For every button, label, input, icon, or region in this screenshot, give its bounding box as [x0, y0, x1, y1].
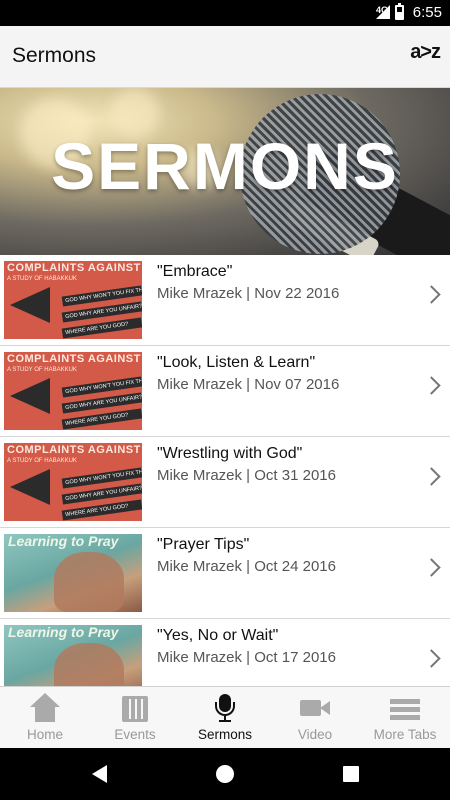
art-subtitle: A STUDY OF HABAKKUK [7, 276, 77, 282]
sermon-title: "Yes, No or Wait" [157, 627, 279, 644]
tab-label: More Tabs [373, 727, 437, 742]
sermon-thumbnail: COMPLAINTS AGAINST GOD A STUDY OF HABAKK… [4, 261, 142, 339]
home-icon [30, 693, 60, 723]
chevron-right-icon [422, 376, 441, 395]
sermon-title: "Look, Listen & Learn" [157, 354, 316, 371]
sort-az-button[interactable]: a>z [410, 41, 441, 64]
praying-hands-image [54, 643, 124, 686]
sermon-item[interactable]: COMPLAINTS AGAINST GOD A STUDY OF HABAKK… [0, 437, 450, 528]
tab-more[interactable]: More Tabs [360, 687, 450, 749]
hero-title: SERMONS [51, 129, 399, 203]
chevron-right-icon [422, 558, 441, 577]
sermon-list: COMPLAINTS AGAINST GOD A STUDY OF HABAKK… [0, 255, 450, 686]
tab-label: Events [114, 727, 156, 742]
menu-icon [390, 693, 420, 723]
sermon-thumbnail: Learning to Pray [4, 534, 142, 612]
sermon-meta: Mike Mrazek | Nov 07 2016 [157, 376, 340, 393]
chevron-right-icon [422, 649, 441, 668]
tab-label: Home [26, 727, 63, 742]
art-title: COMPLAINTS AGAINST GOD [7, 353, 142, 365]
tab-label: Video [297, 727, 333, 742]
sermon-item[interactable]: Learning to Pray "Prayer Tips" Mike Mraz… [0, 528, 450, 619]
chevron-right-icon [422, 285, 441, 304]
sermon-meta: Mike Mrazek | Oct 24 2016 [157, 558, 336, 575]
system-nav-bar [0, 748, 450, 800]
art-title: COMPLAINTS AGAINST GOD [7, 262, 142, 274]
sermon-title: "Embrace" [157, 263, 233, 280]
back-icon[interactable] [92, 765, 107, 783]
app-header: Sermons a>z [0, 26, 450, 88]
chevron-right-icon [422, 467, 441, 486]
sermon-title: "Prayer Tips" [157, 536, 250, 553]
microphone-icon [210, 693, 240, 723]
art-title: COMPLAINTS AGAINST GOD [7, 444, 142, 456]
hero-banner: SERMONS [0, 88, 450, 255]
battery-icon [395, 3, 404, 20]
praying-hands-image [54, 552, 124, 612]
sermon-title: "Wrestling with God" [157, 445, 303, 462]
art-subtitle: A STUDY OF HABAKKUK [7, 458, 77, 464]
art-title: Learning to Pray [8, 534, 119, 549]
sermon-item[interactable]: Learning to Pray "Yes, No or Wait" Mike … [0, 619, 450, 686]
tab-events[interactable]: Events [90, 687, 180, 749]
megaphone-icon [10, 378, 50, 414]
sermon-item[interactable]: COMPLAINTS AGAINST GOD A STUDY OF HABAKK… [0, 346, 450, 437]
tab-label: Sermons [197, 727, 253, 742]
status-bar: 4G 6:55 [0, 0, 450, 26]
sermon-thumbnail: COMPLAINTS AGAINST GOD A STUDY OF HABAKK… [4, 352, 142, 430]
sermon-thumbnail: COMPLAINTS AGAINST GOD A STUDY OF HABAKK… [4, 443, 142, 521]
tab-home[interactable]: Home [0, 687, 90, 749]
megaphone-icon [10, 287, 50, 323]
video-camera-icon [300, 693, 330, 723]
clock: 6:55 [412, 4, 442, 21]
sermon-meta: Mike Mrazek | Oct 17 2016 [157, 649, 336, 666]
sermon-meta: Mike Mrazek | Nov 22 2016 [157, 285, 340, 302]
sermon-item[interactable]: COMPLAINTS AGAINST GOD A STUDY OF HABAKK… [0, 255, 450, 346]
tab-video[interactable]: Video [270, 687, 360, 749]
home-circle-icon[interactable] [216, 765, 234, 783]
sermon-thumbnail: Learning to Pray [4, 625, 142, 686]
art-title: Learning to Pray [8, 625, 119, 640]
tab-sermons[interactable]: Sermons [180, 687, 270, 749]
page-title: Sermons [12, 44, 97, 67]
recent-apps-icon[interactable] [343, 766, 359, 782]
art-subtitle: A STUDY OF HABAKKUK [7, 367, 77, 373]
calendar-icon [120, 693, 150, 723]
megaphone-icon [10, 469, 50, 505]
sermon-meta: Mike Mrazek | Oct 31 2016 [157, 467, 336, 484]
bottom-tab-bar: Home Events Sermons Video More Tabs [0, 686, 450, 748]
network-type: 4G [375, 5, 388, 15]
